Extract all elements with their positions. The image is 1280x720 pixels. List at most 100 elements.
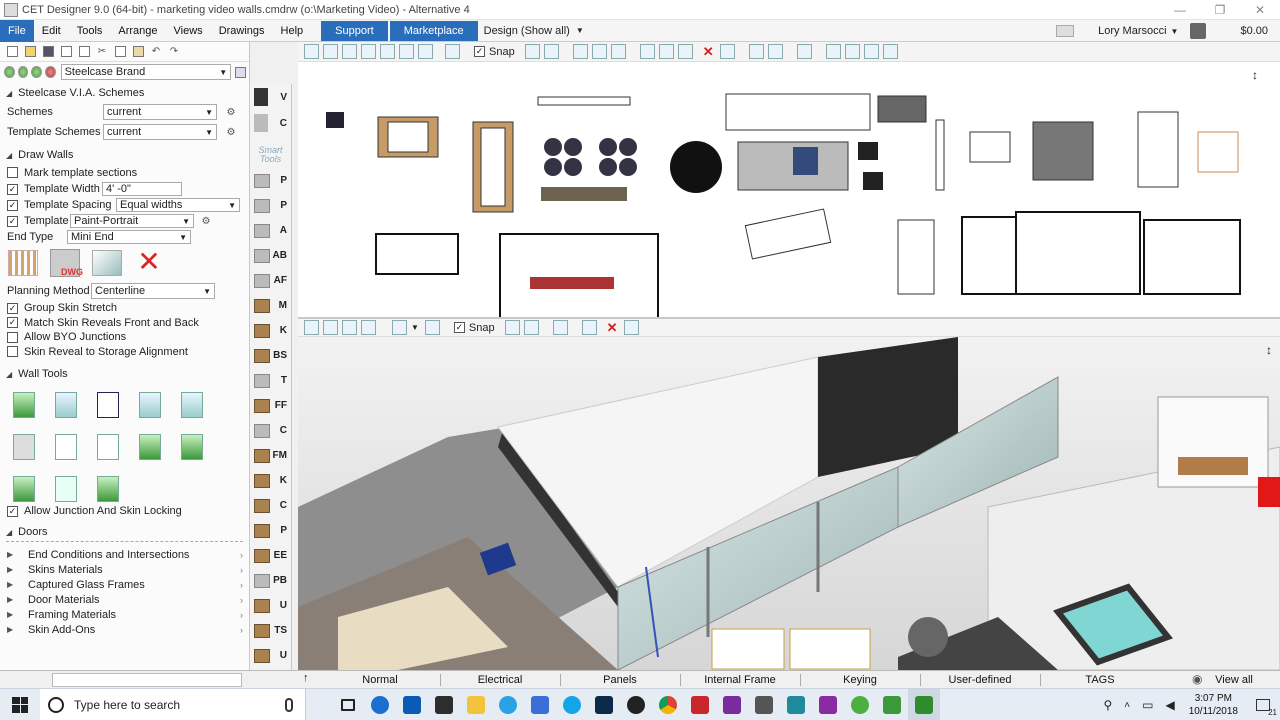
planning-method-select[interactable]: Centerline ▼ [91,283,215,299]
tab-internal-frame[interactable]: Internal Frame [684,671,796,689]
smart-tool-item[interactable]: M [250,293,291,318]
onenote-2-icon[interactable] [812,689,844,720]
network-icon[interactable]: ▭ [1136,698,1159,712]
connect-icon[interactable] [719,44,735,59]
user-avatar-icon[interactable] [1190,23,1207,39]
accordion-skins-materials[interactable]: ▶ Skins Materials › [0,562,249,577]
home-icon[interactable] [44,66,56,78]
photos-icon[interactable] [748,689,780,720]
wall-tool-s-icon[interactable] [90,471,126,507]
tab-view-all[interactable]: View all [1210,671,1258,689]
layers-icon[interactable] [445,44,460,59]
wall-tools-header[interactable]: ◢ Wall Tools [0,365,249,383]
notifications-icon[interactable]: 21 [1246,689,1280,720]
cut-icon[interactable]: ✂ [94,44,110,60]
allow-byo-checkbox[interactable] [7,331,18,343]
support-button[interactable]: Support [321,20,388,41]
delete-icon[interactable]: ✕ [607,320,618,336]
allow-byo-row[interactable]: Allow BYO Junctions [0,330,249,345]
redo-icon[interactable]: ↷ [166,44,182,60]
wall-tool-tee-icon[interactable] [90,429,126,465]
marketplace-button[interactable]: Marketplace [389,20,478,41]
edge-icon[interactable] [364,689,396,720]
grid-icon[interactable] [748,44,764,59]
wall-end-tool-icon[interactable] [8,250,38,276]
wall-tool-end-icon[interactable] [132,429,168,465]
menu-help[interactable]: Help [273,20,312,42]
template-checkbox[interactable]: ✓ [7,215,18,227]
allow-junction-checkbox[interactable]: ✓ [7,505,18,517]
smart-tool-item[interactable]: U [250,643,291,668]
wall-tool-post-icon[interactable] [6,429,42,465]
forward-icon[interactable] [17,66,29,78]
chrome-icon[interactable] [652,689,684,720]
snap-options-icon[interactable] [524,44,540,59]
zoom-extents-icon[interactable] [304,44,319,59]
accordion-skin-addons[interactable]: ▶ Skin Add-Ons › [0,622,249,637]
design-filter-select[interactable]: Design (Show all) ▼ [478,25,590,37]
tab-panels[interactable]: Panels [564,671,676,689]
tab-user-defined[interactable]: User-defined [924,671,1036,689]
template-spacing-checkbox[interactable]: ✓ [7,199,18,211]
view-tool-c[interactable]: C [250,110,291,136]
tab-electrical[interactable]: Electrical [444,671,556,689]
dwg-import-icon[interactable]: DWG [50,249,83,277]
ortho-icon[interactable] [523,320,539,335]
open-icon[interactable] [22,44,38,60]
camera-dropdown-icon[interactable]: ▼ [411,323,419,332]
delete-icon[interactable]: ✕ [703,44,714,60]
select-icon[interactable] [572,44,588,59]
wall-tool-angle-icon[interactable] [174,387,210,423]
wall-tool-corner-icon[interactable] [48,429,84,465]
photoshop-icon[interactable] [588,689,620,720]
tray-overflow-icon[interactable]: ˄ [1118,700,1136,711]
smart-tool-item[interactable]: T [250,368,291,393]
match-skin-row[interactable]: ✓ Match Skin Reveals Front and Back [0,316,249,331]
smart-tool-item[interactable]: FM [250,443,291,468]
cet-icon[interactable] [876,689,908,720]
menu-views[interactable]: Views [166,20,211,42]
perspective-scroll-icon[interactable]: ↕ [1266,343,1272,357]
media-icon[interactable] [620,689,652,720]
menu-arrange[interactable]: Arrange [110,20,165,42]
people-icon[interactable]: ⚲ [1097,698,1118,712]
zoom-extents-icon[interactable] [304,320,319,335]
template-scheme-apply-icon[interactable]: ⚙ [223,124,239,140]
lasso-icon[interactable] [591,44,607,59]
up-icon[interactable] [31,66,42,78]
smart-tool-item[interactable]: P [250,193,291,218]
smart-tool-item[interactable]: K [250,468,291,493]
schemes-select[interactable]: current ▼ [103,104,217,120]
move-icon[interactable] [639,44,655,59]
print-icon[interactable] [76,44,92,60]
template-schemes-select[interactable]: current ▼ [103,124,217,140]
snap-toggle-3d[interactable]: ✓ Snap [453,322,495,334]
zoom-out-icon[interactable] [361,320,376,335]
via-schemes-header[interactable]: ◢ Steelcase V.I.A. Schemes [0,84,249,102]
zoom-window-icon[interactable] [323,44,338,59]
tab-tags[interactable]: TAGS [1044,671,1156,689]
measure-icon[interactable] [610,44,626,59]
onenote-icon[interactable] [716,689,748,720]
undo-icon[interactable]: ↶ [148,44,164,60]
remove-icon[interactable]: ✕ [134,248,164,277]
file-explorer-icon[interactable] [460,689,492,720]
wall-tool-lock-icon[interactable] [174,429,210,465]
menu-tools[interactable]: Tools [69,20,111,42]
user-name[interactable]: Lory Marsocci [1094,25,1170,37]
group-skin-row[interactable]: ✓ Group Skin Stretch [0,301,249,316]
menu-drawings[interactable]: Drawings [211,20,273,42]
print-preview-icon[interactable] [58,44,74,60]
move-icon[interactable] [581,320,597,335]
accordion-captured-glass[interactable]: ▶ Captured Glass Frames › [0,577,249,592]
restore-icon[interactable]: ❐ [1200,0,1240,20]
start-button[interactable] [0,689,40,720]
tabs-up-icon[interactable]: ↑ [303,672,309,684]
skype-icon[interactable] [556,689,588,720]
template-width-checkbox[interactable]: ✓ [7,183,18,195]
catalog-icon[interactable] [233,64,247,80]
draw-polyline-icon[interactable] [844,44,860,59]
annotate-icon[interactable] [882,44,898,59]
tab-normal[interactable]: Normal [324,671,436,689]
chat-icon[interactable] [524,689,556,720]
